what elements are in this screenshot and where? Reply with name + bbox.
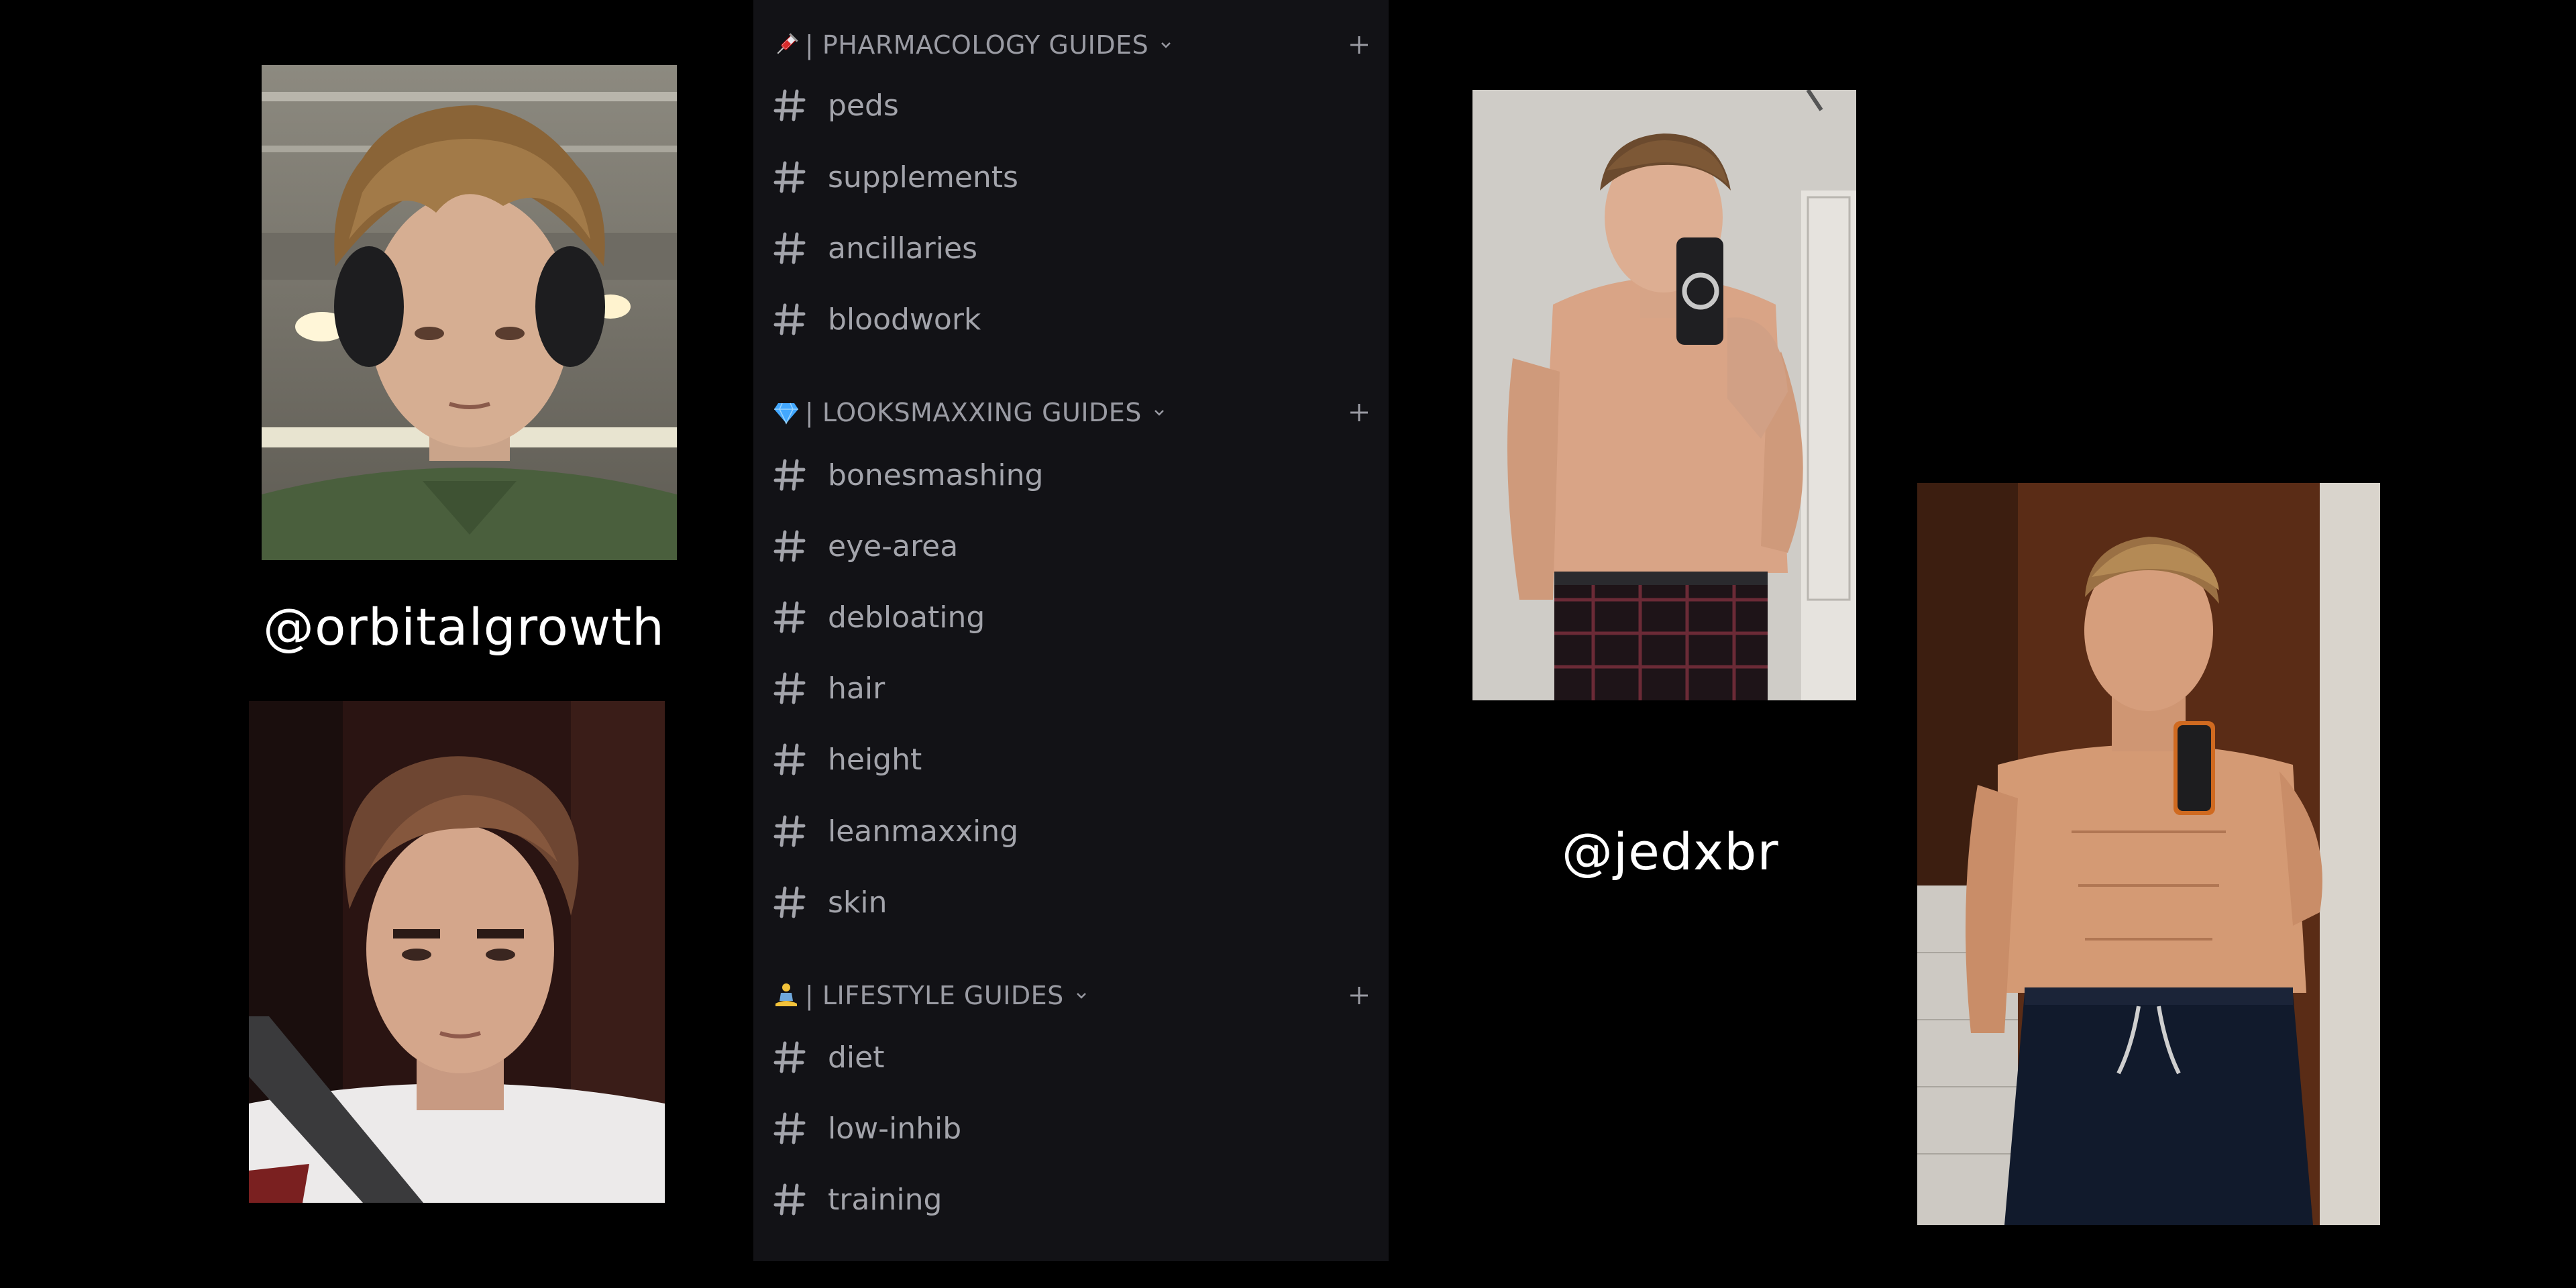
channel-label: low-inhib: [828, 1111, 962, 1146]
channel-label: bloodwork: [828, 302, 981, 337]
channel-ancillaries[interactable]: ancillaries: [771, 218, 1371, 278]
handle-jedxbr: @jedxbr: [1562, 822, 1779, 881]
hash-icon: [771, 159, 808, 195]
meditating-person-icon: [771, 982, 801, 1009]
gem-icon: [771, 399, 801, 426]
hash-icon: [771, 1181, 808, 1218]
hash-icon: [771, 884, 808, 920]
hash-icon: [771, 670, 808, 706]
photo-mirror-selfie-bathroom: [1472, 90, 1856, 700]
channel-skin[interactable]: skin: [771, 872, 1371, 932]
channel-eye-area[interactable]: eye-area: [771, 516, 1371, 576]
channel-label: debloating: [828, 600, 985, 635]
handle-orbitalgrowth: @orbitalgrowth: [263, 597, 665, 657]
channel-leanmaxxing[interactable]: leanmaxxing: [771, 801, 1371, 861]
channel-label: leanmaxxing: [828, 814, 1019, 849]
channel-label: height: [828, 742, 922, 777]
channel-peds[interactable]: peds: [771, 75, 1371, 136]
hash-icon: [771, 457, 808, 493]
hash-icon: [771, 528, 808, 564]
hash-icon: [771, 1039, 808, 1075]
channel-supplements[interactable]: supplements: [771, 147, 1371, 207]
hash-icon: [771, 741, 808, 777]
channel-bonesmashing[interactable]: bonesmashing: [771, 445, 1371, 505]
hash-icon: [771, 87, 808, 123]
channel-label: supplements: [828, 160, 1018, 195]
photo-car-selfie: [249, 701, 665, 1203]
channel-training[interactable]: training: [771, 1169, 1371, 1230]
channel-label: ancillaries: [828, 231, 977, 266]
category-label: | LIFESTYLE GUIDES: [805, 981, 1064, 1010]
syringe-icon: [771, 32, 801, 58]
category-looksmaxxing-guides[interactable]: | LOOKSMAXXING GUIDES: [771, 392, 1371, 433]
chevron-down-icon: [1151, 405, 1167, 421]
category-label: | PHARMACOLOGY GUIDES: [805, 30, 1149, 60]
channel-debloating[interactable]: debloating: [771, 587, 1371, 647]
hash-icon: [771, 230, 808, 266]
channel-low-inhib[interactable]: low-inhib: [771, 1098, 1371, 1159]
channel-label: eye-area: [828, 529, 959, 564]
channel-label: peds: [828, 88, 899, 123]
channel-hair[interactable]: hair: [771, 658, 1371, 718]
channel-height[interactable]: height: [771, 729, 1371, 790]
channel-label: training: [828, 1182, 943, 1217]
channel-label: hair: [828, 671, 885, 706]
category-lifestyle-guides[interactable]: | LIFESTYLE GUIDES: [771, 975, 1371, 1016]
hash-icon: [771, 599, 808, 635]
hash-icon: [771, 813, 808, 849]
hash-icon: [771, 1110, 808, 1146]
channel-label: skin: [828, 885, 888, 920]
channel-label: diet: [828, 1040, 885, 1075]
category-label: | LOOKSMAXXING GUIDES: [805, 398, 1142, 427]
add-channel-button[interactable]: [1348, 975, 1371, 1016]
hash-icon: [771, 301, 808, 337]
channel-sidebar: | PHARMACOLOGY GUIDES peds supplements a…: [753, 0, 1389, 1261]
chevron-down-icon: [1158, 37, 1174, 53]
category-pharmacology-guides[interactable]: | PHARMACOLOGY GUIDES: [771, 25, 1371, 65]
photo-mirror-selfie-door: [1917, 483, 2380, 1225]
channel-label: bonesmashing: [828, 458, 1044, 492]
add-channel-button[interactable]: [1348, 25, 1371, 65]
add-channel-button[interactable]: [1348, 392, 1371, 433]
chevron-down-icon: [1073, 987, 1089, 1004]
channel-bloodwork[interactable]: bloodwork: [771, 289, 1371, 350]
channel-diet[interactable]: diet: [771, 1027, 1371, 1087]
photo-headphones-selfie: [262, 65, 677, 560]
